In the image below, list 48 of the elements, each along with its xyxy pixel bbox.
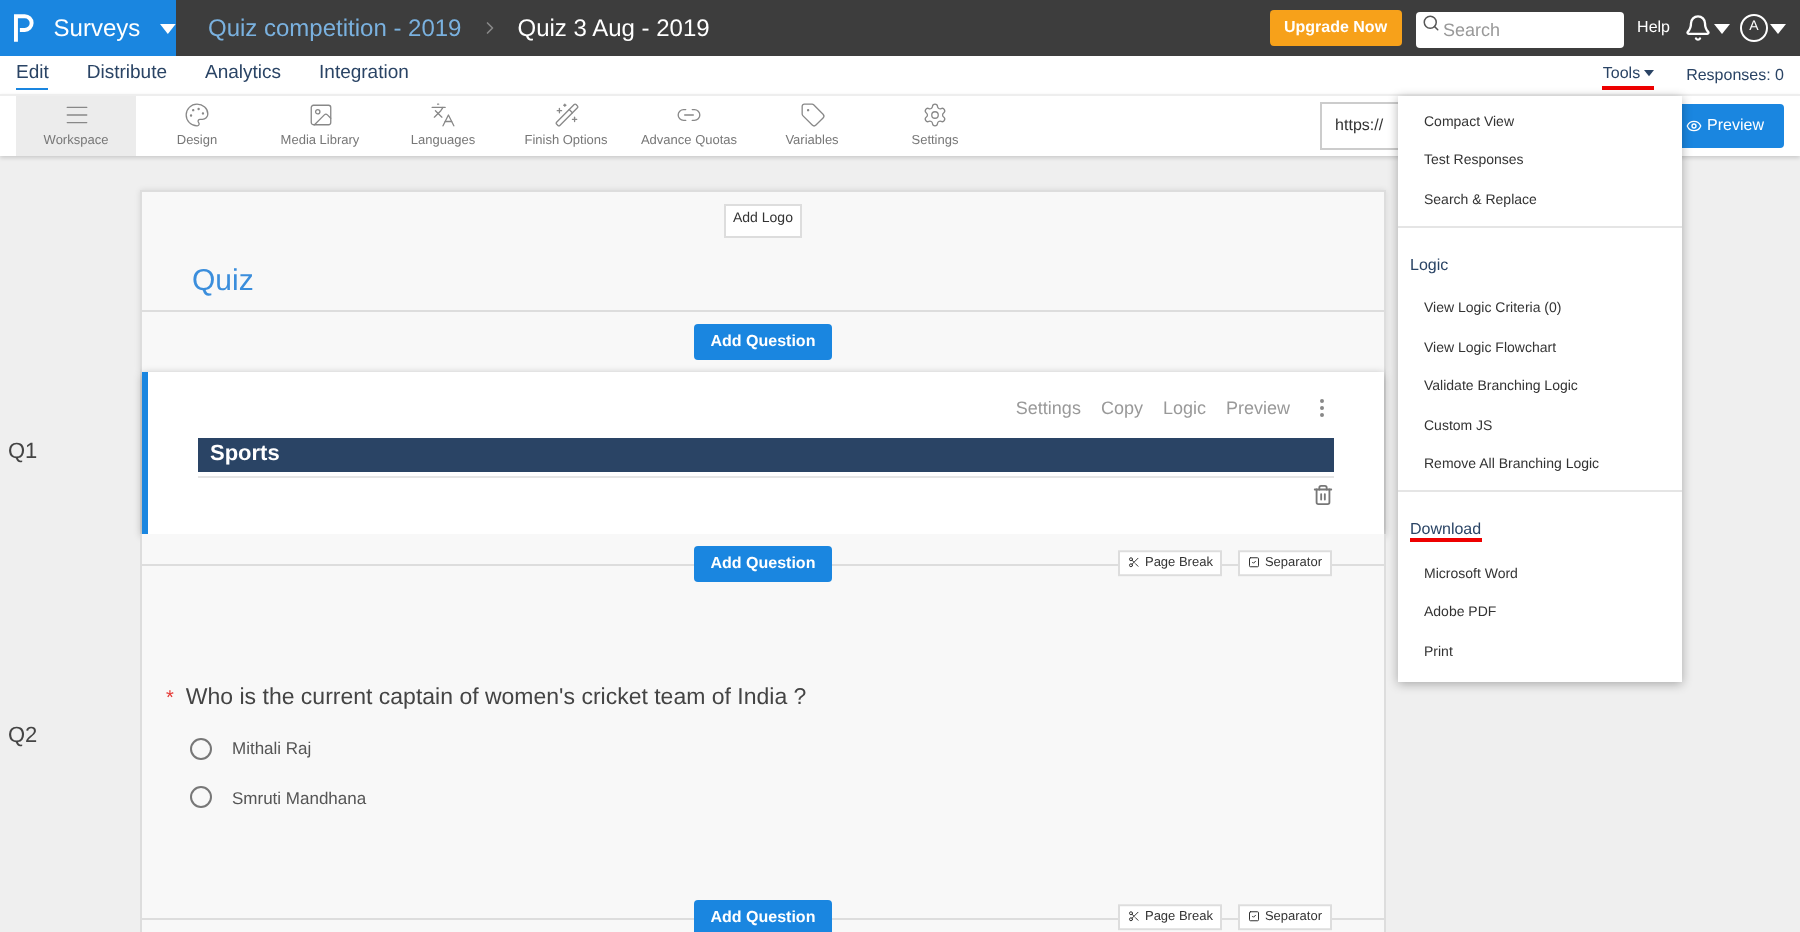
scissors-icon <box>1128 557 1141 569</box>
breadcrumb-current: Quiz 3 Aug - 2019 <box>517 12 710 46</box>
add-question-button[interactable]: Add Question <box>694 545 832 581</box>
help-link[interactable]: Help <box>1637 16 1670 40</box>
palette-icon <box>184 101 210 128</box>
responses-count: Responses: 0 <box>1686 63 1784 87</box>
caret-icon <box>160 23 176 33</box>
menu-section-heading: Logic <box>1410 255 1449 273</box>
search-icon <box>1421 13 1440 31</box>
nav-tab[interactable]: Edit <box>16 59 49 91</box>
tools-menu-button[interactable]: Tools <box>1602 61 1655 89</box>
nav-tab[interactable]: Integration <box>319 60 409 90</box>
app-switcher[interactable]: Surveys <box>0 0 176 56</box>
checkbox-icon <box>1248 557 1261 569</box>
nav-tab[interactable]: Analytics <box>205 60 282 90</box>
radio-button[interactable] <box>190 737 212 760</box>
option-label: Smruti Mandhana <box>232 785 367 811</box>
menu-section-heading: Download <box>1410 520 1482 542</box>
language-icon <box>430 101 456 128</box>
question-text: Who is the current captain of women's cricket team of India ? <box>185 683 807 713</box>
question-number: Q1 <box>8 437 38 468</box>
magic-wand-icon <box>553 101 579 128</box>
breadcrumb-link[interactable]: Quiz competition - 2019 <box>208 10 462 46</box>
caret-icon <box>1770 23 1786 33</box>
settings-icon <box>922 101 948 128</box>
scissors-icon <box>1128 911 1141 923</box>
checkbox-icon <box>1248 911 1261 923</box>
list-icon <box>63 101 89 128</box>
image-icon <box>307 101 333 128</box>
bell-icon[interactable] <box>1684 14 1712 42</box>
caret-icon <box>1714 23 1730 33</box>
logo-icon <box>14 14 34 42</box>
trash-icon[interactable] <box>1312 484 1334 506</box>
section-header: Sports <box>198 438 1334 472</box>
search-field[interactable]: Search <box>1415 12 1624 48</box>
caret-icon <box>1644 68 1655 78</box>
tag-icon <box>799 101 825 128</box>
question-card[interactable]: Settings Copy Logic Preview Sports <box>142 371 1384 533</box>
add-question-button[interactable]: Add Question <box>694 899 832 932</box>
survey-title: Quiz <box>190 261 256 301</box>
question-card[interactable]: * Who is the current captain of women's cricket team of India ? Mithali Raj Smruti Mandhana <box>142 585 1384 887</box>
question-number: Q2 <box>8 721 38 752</box>
nav-tab[interactable]: Distribute <box>86 60 167 90</box>
radio-button[interactable] <box>190 786 212 809</box>
option-label: Mithali Raj <box>232 735 312 761</box>
add-question-button[interactable]: Add Question <box>694 323 832 359</box>
required-asterisk: * <box>166 685 174 714</box>
eye-icon <box>1685 118 1702 134</box>
